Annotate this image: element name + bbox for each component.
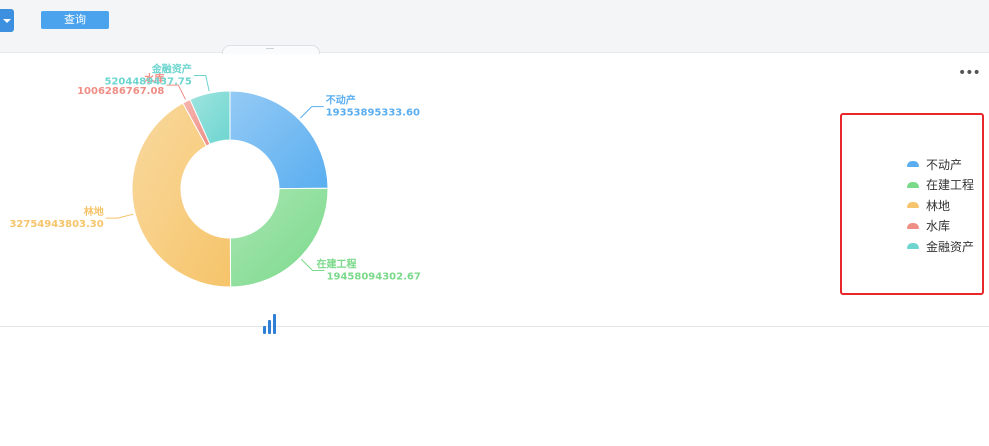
slice-category-label: 在建工程 — [317, 257, 357, 270]
legend-item[interactable]: 金融资产 — [907, 236, 974, 257]
slice-value-label: 19353895333.60 — [326, 108, 420, 119]
slice-category-label: 林地 — [84, 205, 104, 218]
legend-label: 在建工程 — [926, 178, 975, 193]
legend-swatch-icon — [907, 161, 919, 168]
legend-item[interactable]: 水库 — [907, 216, 974, 237]
chart-legend: 不动产在建工程林地水库金融资产 — [907, 154, 974, 257]
slice-value-label: 1006286767.08 — [77, 86, 164, 97]
slice-value-label: 32754943803.30 — [9, 219, 103, 230]
legend-label: 水库 — [926, 219, 951, 234]
legend-item[interactable]: 林地 — [907, 195, 974, 216]
legend-item[interactable]: 在建工程 — [907, 175, 974, 196]
query-button[interactable]: 查询 — [41, 11, 109, 29]
legend-label: 金融资产 — [926, 239, 975, 254]
legend-item[interactable]: 不动产 — [907, 154, 974, 175]
label-leader-line — [105, 213, 134, 219]
slice-value-label: 5204489437.75 — [104, 77, 191, 88]
legend-label: 林地 — [926, 198, 951, 213]
donut-slice[interactable] — [229, 90, 329, 190]
legend-swatch-icon — [907, 181, 919, 188]
label-leader-line — [300, 106, 324, 119]
caret-down-icon — [3, 19, 11, 23]
slice-category-label: 金融资产 — [151, 63, 192, 76]
toolbar: 查询 — [0, 0, 989, 54]
legend-swatch-icon — [907, 243, 919, 250]
legend-swatch-icon — [907, 202, 919, 209]
legend-label: 不动产 — [926, 157, 963, 172]
donut-slice[interactable] — [229, 187, 329, 288]
collapse-handle-icon — [266, 48, 274, 49]
slice-value-label: 19458094302.67 — [327, 271, 421, 282]
slice-category-label: 不动产 — [326, 94, 356, 107]
collapse-toggle[interactable] — [222, 45, 320, 54]
legend-swatch-icon — [907, 222, 919, 229]
dropdown-toggle[interactable] — [0, 9, 14, 32]
label-leader-line — [193, 75, 210, 92]
